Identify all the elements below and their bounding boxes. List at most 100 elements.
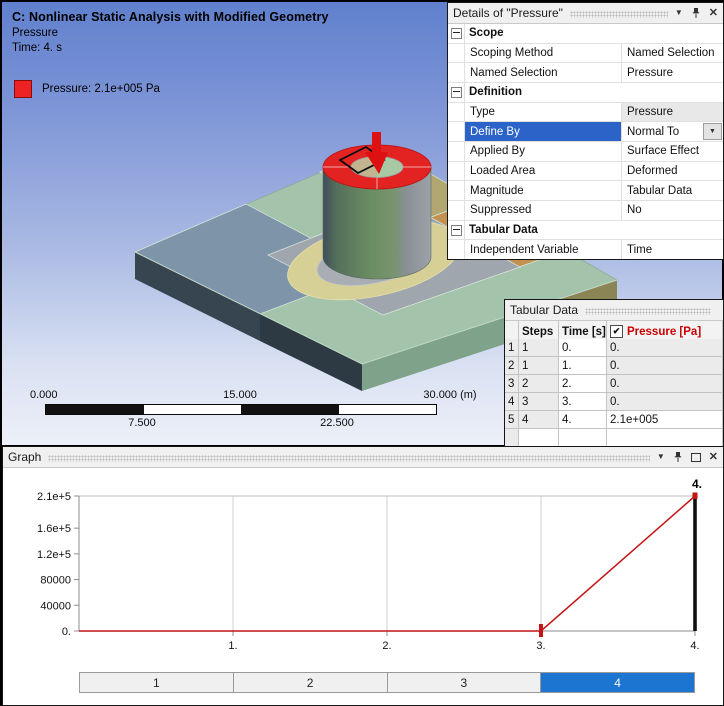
row-index-cell: 5 <box>505 411 519 429</box>
step-segment-2[interactable]: 2 <box>233 673 388 692</box>
collapse-icon[interactable]: ▼ <box>657 453 665 461</box>
property-label[interactable]: Scoping Method <box>465 43 622 63</box>
steps-cell[interactable]: 1 <box>519 339 559 357</box>
property-value[interactable]: Pressure <box>622 102 723 122</box>
ruler-segment <box>46 405 144 414</box>
series-start-tick <box>539 624 543 637</box>
pin-icon[interactable] <box>691 7 701 19</box>
property-value-text: Tabular Data <box>627 184 693 197</box>
property-label[interactable]: Loaded Area <box>465 161 622 181</box>
step-segment-4[interactable]: 4 <box>541 673 694 692</box>
ruler-label-0: 0.000 <box>30 389 58 401</box>
property-label[interactable]: Applied By <box>465 142 622 161</box>
details-property-row[interactable]: Scoping Method Named Selection <box>448 43 723 64</box>
property-value[interactable]: Normal To ▼ <box>622 122 723 141</box>
row-gutter <box>448 220 465 240</box>
step-segment-3[interactable]: 3 <box>387 673 542 692</box>
property-label[interactable]: Define By <box>465 122 622 142</box>
property-value-text: Pressure <box>627 106 674 119</box>
pressure-cell[interactable]: 0. <box>607 339 723 357</box>
tabular-panel-header[interactable]: Tabular Data <box>505 300 723 321</box>
details-panel-title: Details of "Pressure" <box>453 6 563 20</box>
y-tick-label: 1.6e+5 <box>37 523 71 535</box>
details-property-row[interactable]: Named Selection Pressure <box>448 63 723 84</box>
current-step-annotation: 4. <box>692 477 702 491</box>
pressure-cell[interactable] <box>607 429 723 447</box>
details-property-row[interactable]: Loaded Area Deformed <box>448 161 723 182</box>
property-value-text: Normal To <box>627 125 680 138</box>
property-value-text: Time <box>627 243 653 256</box>
property-label[interactable]: Type <box>465 102 622 122</box>
details-group-row[interactable]: Definition <box>448 83 723 103</box>
details-panel-header[interactable]: Details of "Pressure" ▼ ✕ <box>448 3 723 24</box>
steps-cell[interactable]: 4 <box>519 411 559 429</box>
details-property-row[interactable]: Suppressed No <box>448 201 723 221</box>
collapse-icon[interactable]: ▼ <box>675 9 683 17</box>
row-gutter <box>448 63 465 83</box>
pin-icon[interactable] <box>673 451 683 463</box>
steps-cell[interactable]: 1 <box>519 357 559 375</box>
property-value[interactable]: Pressure <box>622 63 723 82</box>
time-cell[interactable] <box>559 429 607 447</box>
property-label[interactable]: Magnitude <box>465 181 622 201</box>
pressure-checkbox[interactable]: ✔ <box>610 325 623 338</box>
ruler-label-30: 30.000 (m) <box>423 389 477 401</box>
property-label[interactable]: Independent Variable <box>465 240 622 260</box>
steps-cell[interactable]: 2 <box>519 375 559 393</box>
collapse-minus-icon[interactable] <box>450 86 462 98</box>
time-cell[interactable]: 0. <box>559 339 607 357</box>
pressure-legend: Pressure: 2.1e+005 Pa <box>14 80 160 98</box>
row-index-cell: 3 <box>505 375 519 393</box>
property-value[interactable]: Tabular Data <box>622 181 723 200</box>
property-value[interactable]: Named Selection <box>622 44 723 63</box>
property-label[interactable]: Named Selection <box>465 63 622 83</box>
group-label: Definition <box>469 86 523 99</box>
close-icon[interactable]: ✕ <box>709 7 718 19</box>
row-gutter <box>448 161 465 181</box>
details-property-row[interactable]: Magnitude Tabular Data <box>448 181 723 202</box>
pressure-cell[interactable]: 0. <box>607 393 723 411</box>
graph-panel-header[interactable]: Graph ▼ ✕ <box>3 447 723 468</box>
tabular-panel-title: Tabular Data <box>510 303 579 317</box>
property-label[interactable]: Suppressed <box>465 201 622 220</box>
close-icon[interactable]: ✕ <box>709 451 718 463</box>
collapse-minus-icon[interactable] <box>450 27 462 39</box>
details-panel: Details of "Pressure" ▼ ✕ Scope Scoping M… <box>447 2 724 260</box>
legend-color-swatch <box>14 80 32 98</box>
details-group-row[interactable]: Tabular Data <box>448 220 723 241</box>
pressure-cell[interactable]: 0. <box>607 357 723 375</box>
details-property-row[interactable]: Independent Variable Time <box>448 240 723 260</box>
graph-panel: Graph ▼ ✕ 0. 40000 80000 1.2e+5 1.6e+5 2.1e+5… <box>2 446 724 706</box>
row-gutter <box>448 142 465 161</box>
pressure-cell[interactable]: 0. <box>607 375 723 393</box>
dropdown-arrow-icon[interactable]: ▼ <box>703 123 722 141</box>
time-label: Time: 4. s <box>12 42 63 54</box>
details-property-row[interactable]: Define By Normal To ▼ <box>448 122 723 143</box>
time-cell[interactable]: 4. <box>559 411 607 429</box>
details-group-row[interactable]: Scope <box>448 24 723 44</box>
graph-panel-title: Graph <box>8 450 42 464</box>
maximize-icon[interactable] <box>690 452 701 462</box>
time-cell[interactable]: 3. <box>559 393 607 411</box>
ruler-label-7500: 7.500 <box>128 417 156 429</box>
ruler-label-15: 15.000 <box>223 389 257 401</box>
ruler-segment <box>143 405 241 414</box>
time-cell[interactable]: 1. <box>559 357 607 375</box>
property-value[interactable]: No <box>622 201 723 220</box>
property-value-text: No <box>627 204 642 217</box>
pressure-cell[interactable]: 2.1e+005 <box>607 411 723 429</box>
collapse-minus-icon[interactable] <box>450 224 462 236</box>
steps-cell[interactable] <box>519 429 559 447</box>
steps-cell[interactable]: 3 <box>519 393 559 411</box>
step-segment-1[interactable]: 1 <box>80 673 234 692</box>
group-label: Scope <box>469 27 504 40</box>
x-tick-label: 1. <box>228 640 237 652</box>
property-value[interactable]: Surface Effect <box>622 142 723 161</box>
details-property-row[interactable]: Type Pressure <box>448 102 723 123</box>
time-cell[interactable]: 2. <box>559 375 607 393</box>
details-property-row[interactable]: Applied By Surface Effect <box>448 142 723 162</box>
viewport-annotations: C: Nonlinear Static Analysis with Modifi… <box>12 10 329 54</box>
property-value[interactable]: Deformed <box>622 162 723 181</box>
property-value[interactable]: Time <box>622 240 723 259</box>
row-index-cell: 1 <box>505 339 519 357</box>
